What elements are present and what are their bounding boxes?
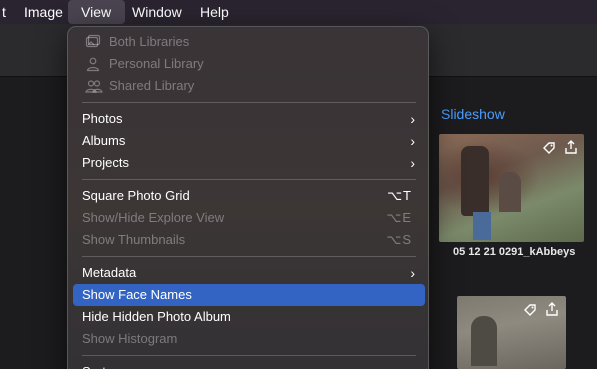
menu-bar-item-truncated[interactable]: t — [0, 0, 14, 24]
tag-icon[interactable] — [542, 141, 556, 158]
photo-stone-arch — [471, 316, 497, 366]
people-icon — [85, 78, 103, 94]
menu-item-label: Albums — [82, 133, 126, 148]
menu-separator — [82, 102, 416, 103]
menu-item-square-photo-grid[interactable]: Square Photo Grid ⌥T — [73, 185, 425, 207]
menu-item-shared-library[interactable]: Shared Library — [73, 75, 425, 97]
chevron-right-icon: › — [410, 133, 415, 149]
menu-item-sort[interactable]: Sort › — [73, 361, 425, 369]
menu-separator — [82, 256, 416, 257]
menu-item-show-thumbnails[interactable]: Show Thumbnails ⌥S — [73, 229, 425, 251]
menu-item-label: Metadata — [82, 265, 137, 280]
menu-separator — [82, 179, 416, 180]
menu-item-label: Projects — [82, 155, 129, 170]
menu-bar-item-help[interactable]: Help — [192, 0, 237, 24]
menu-item-show-face-names[interactable]: Show Face Names — [73, 284, 425, 306]
menu-item-label: Show Histogram — [82, 331, 178, 346]
view-menu-dropdown: Both Libraries Personal Library Shared L… — [67, 26, 429, 369]
menu-item-label: Shared Library — [109, 78, 195, 93]
menu-item-label: Both Libraries — [109, 34, 190, 49]
slideshow-link[interactable]: Slideshow — [441, 106, 505, 122]
menu-bar-item-view[interactable]: View — [68, 0, 125, 24]
photo-thumbnail-2[interactable] — [457, 296, 566, 369]
person-icon — [85, 56, 101, 72]
menu-item-label: Square Photo Grid — [82, 188, 190, 203]
share-icon[interactable] — [564, 140, 578, 157]
menu-item-label: Personal Library — [109, 56, 204, 71]
menu-item-photos[interactable]: Photos › — [73, 108, 425, 130]
menu-bar-item-window[interactable]: Window — [124, 0, 190, 24]
photo-stone-arch — [499, 172, 521, 212]
menu-item-label: Show/Hide Explore View — [82, 210, 225, 225]
share-icon[interactable] — [545, 302, 559, 319]
menu-bar-item-image[interactable]: Image — [16, 0, 71, 24]
menu-item-hide-hidden-photo-album[interactable]: Hide Hidden Photo Album — [73, 306, 425, 328]
chevron-right-icon: › — [410, 361, 415, 369]
menu-item-projects[interactable]: Projects › — [73, 152, 425, 174]
menu-item-label: Sort — [82, 361, 106, 369]
photo-library-icon — [85, 34, 101, 50]
menu-item-shortcut: ⌥T — [387, 188, 412, 203]
chevron-right-icon: › — [410, 111, 415, 127]
menu-item-label: Show Thumbnails — [82, 232, 186, 247]
menu-item-label: Show Face Names — [82, 287, 192, 302]
menu-item-shortcut: ⌥S — [386, 232, 412, 247]
photo-thumbnail-1[interactable] — [439, 134, 584, 242]
menu-item-label: Photos — [82, 111, 123, 126]
photo-subject-legs — [473, 212, 491, 240]
menu-bar: t Image View Window Help — [0, 0, 597, 24]
menu-item-show-histogram[interactable]: Show Histogram — [73, 328, 425, 350]
menu-item-label: Hide Hidden Photo Album — [82, 309, 231, 324]
menu-item-show-hide-explore-view[interactable]: Show/Hide Explore View ⌥E — [73, 207, 425, 229]
tag-icon[interactable] — [523, 303, 537, 320]
chevron-right-icon: › — [410, 155, 415, 171]
photo-subject-figure — [461, 146, 489, 216]
menu-item-personal-library[interactable]: Personal Library — [73, 53, 425, 75]
photo-caption: 05 12 21 0291_kAbbeys — [453, 246, 576, 258]
menu-item-metadata[interactable]: Metadata › — [73, 262, 425, 284]
chevron-right-icon: › — [410, 265, 415, 281]
menu-item-albums[interactable]: Albums › — [73, 130, 425, 152]
menu-separator — [82, 355, 416, 356]
menu-item-both-libraries[interactable]: Both Libraries — [73, 31, 425, 53]
menu-item-shortcut: ⌥E — [386, 210, 412, 225]
